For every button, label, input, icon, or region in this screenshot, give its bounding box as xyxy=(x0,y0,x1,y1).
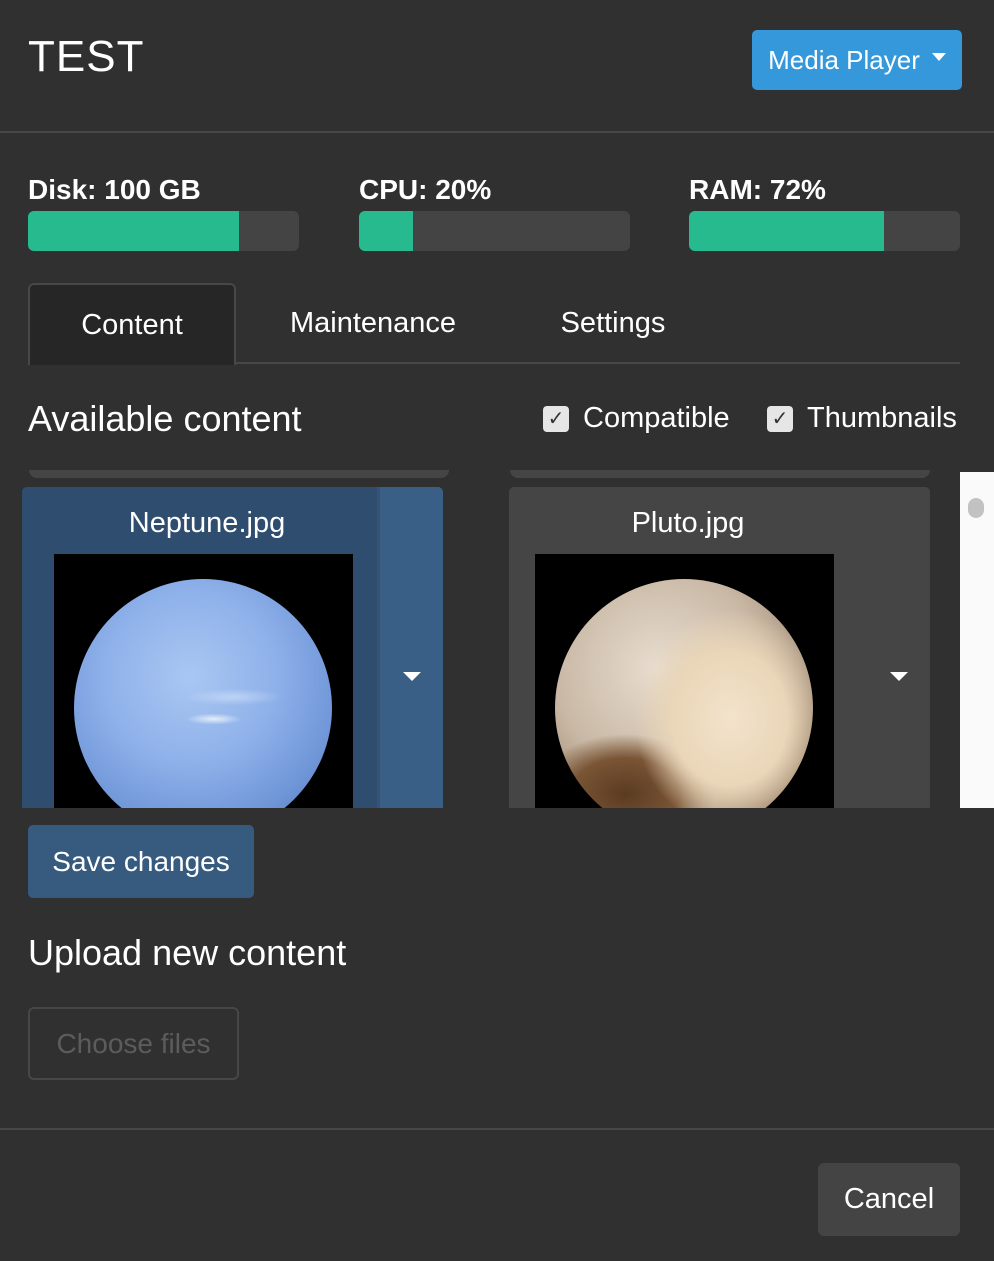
tab-maintenance[interactable]: Maintenance xyxy=(258,283,488,364)
content-card-options-button[interactable] xyxy=(380,487,443,808)
modal-footer: Cancel xyxy=(0,1128,994,1261)
media-player-dropdown-label: Media Player xyxy=(768,44,920,75)
scrollbar-thumb[interactable] xyxy=(968,498,984,518)
content-card-pluto[interactable]: Pluto.jpg xyxy=(509,487,930,808)
choose-files-button[interactable]: Choose files xyxy=(28,1007,239,1080)
tab-bar: Content Maintenance Settings xyxy=(28,283,960,365)
chevron-down-icon xyxy=(931,53,946,61)
neptune-image xyxy=(74,579,332,808)
content-scrollbar[interactable] xyxy=(960,472,994,808)
content-card-body[interactable]: Neptune.jpg xyxy=(22,487,380,808)
cancel-button[interactable]: Cancel xyxy=(818,1163,960,1236)
previous-card-edge xyxy=(29,470,449,478)
ram-usage-bar-fill xyxy=(689,211,885,251)
cpu-usage-bar xyxy=(359,211,630,251)
content-card-filename: Neptune.jpg xyxy=(128,507,286,539)
caret-down-icon xyxy=(890,672,908,681)
previous-card-edge xyxy=(510,470,930,478)
content-card-filename: Pluto.jpg xyxy=(631,507,745,539)
ram-stat-label: RAM: 72% xyxy=(689,174,826,205)
available-content-heading: Available content xyxy=(28,398,302,439)
disk-usage-bar-fill xyxy=(28,211,240,251)
modal-header: TEST Media Player xyxy=(0,0,994,133)
pluto-image xyxy=(555,579,813,808)
checkmark-icon: ✓ xyxy=(767,405,793,432)
pluto-thumbnail xyxy=(535,554,834,808)
content-grid[interactable]: Neptune.jpg Pluto.jpg xyxy=(22,470,962,808)
thumbnails-checkbox[interactable]: ✓ Thumbnails xyxy=(767,402,957,435)
tab-settings[interactable]: Settings xyxy=(518,283,708,364)
checkmark-icon: ✓ xyxy=(543,405,569,432)
cpu-stat: CPU: 20% xyxy=(359,172,630,251)
content-card-body[interactable]: Pluto.jpg xyxy=(509,487,867,808)
ram-usage-bar xyxy=(689,211,960,251)
tab-content[interactable]: Content xyxy=(28,283,236,365)
neptune-thumbnail xyxy=(54,554,353,808)
media-player-dropdown-button[interactable]: Media Player xyxy=(752,30,962,90)
compatible-checkbox[interactable]: ✓ Compatible xyxy=(543,402,730,435)
content-card-neptune[interactable]: Neptune.jpg xyxy=(22,487,443,808)
ram-stat: RAM: 72% xyxy=(689,172,960,251)
disk-usage-bar xyxy=(28,211,299,251)
thumbnails-label: Thumbnails xyxy=(807,402,957,434)
content-card-options-button[interactable] xyxy=(867,487,930,808)
cpu-stat-label: CPU: 20% xyxy=(359,174,492,205)
cpu-usage-bar-fill xyxy=(359,211,414,251)
upload-content-heading: Upload new content xyxy=(28,932,347,973)
compatible-label: Compatible xyxy=(583,402,730,434)
save-changes-button[interactable]: Save changes xyxy=(28,825,254,898)
disk-stat: Disk: 100 GB xyxy=(28,172,299,251)
disk-stat-label: Disk: 100 GB xyxy=(28,174,201,205)
modal-title: TEST xyxy=(28,32,145,81)
caret-down-icon xyxy=(403,672,421,681)
